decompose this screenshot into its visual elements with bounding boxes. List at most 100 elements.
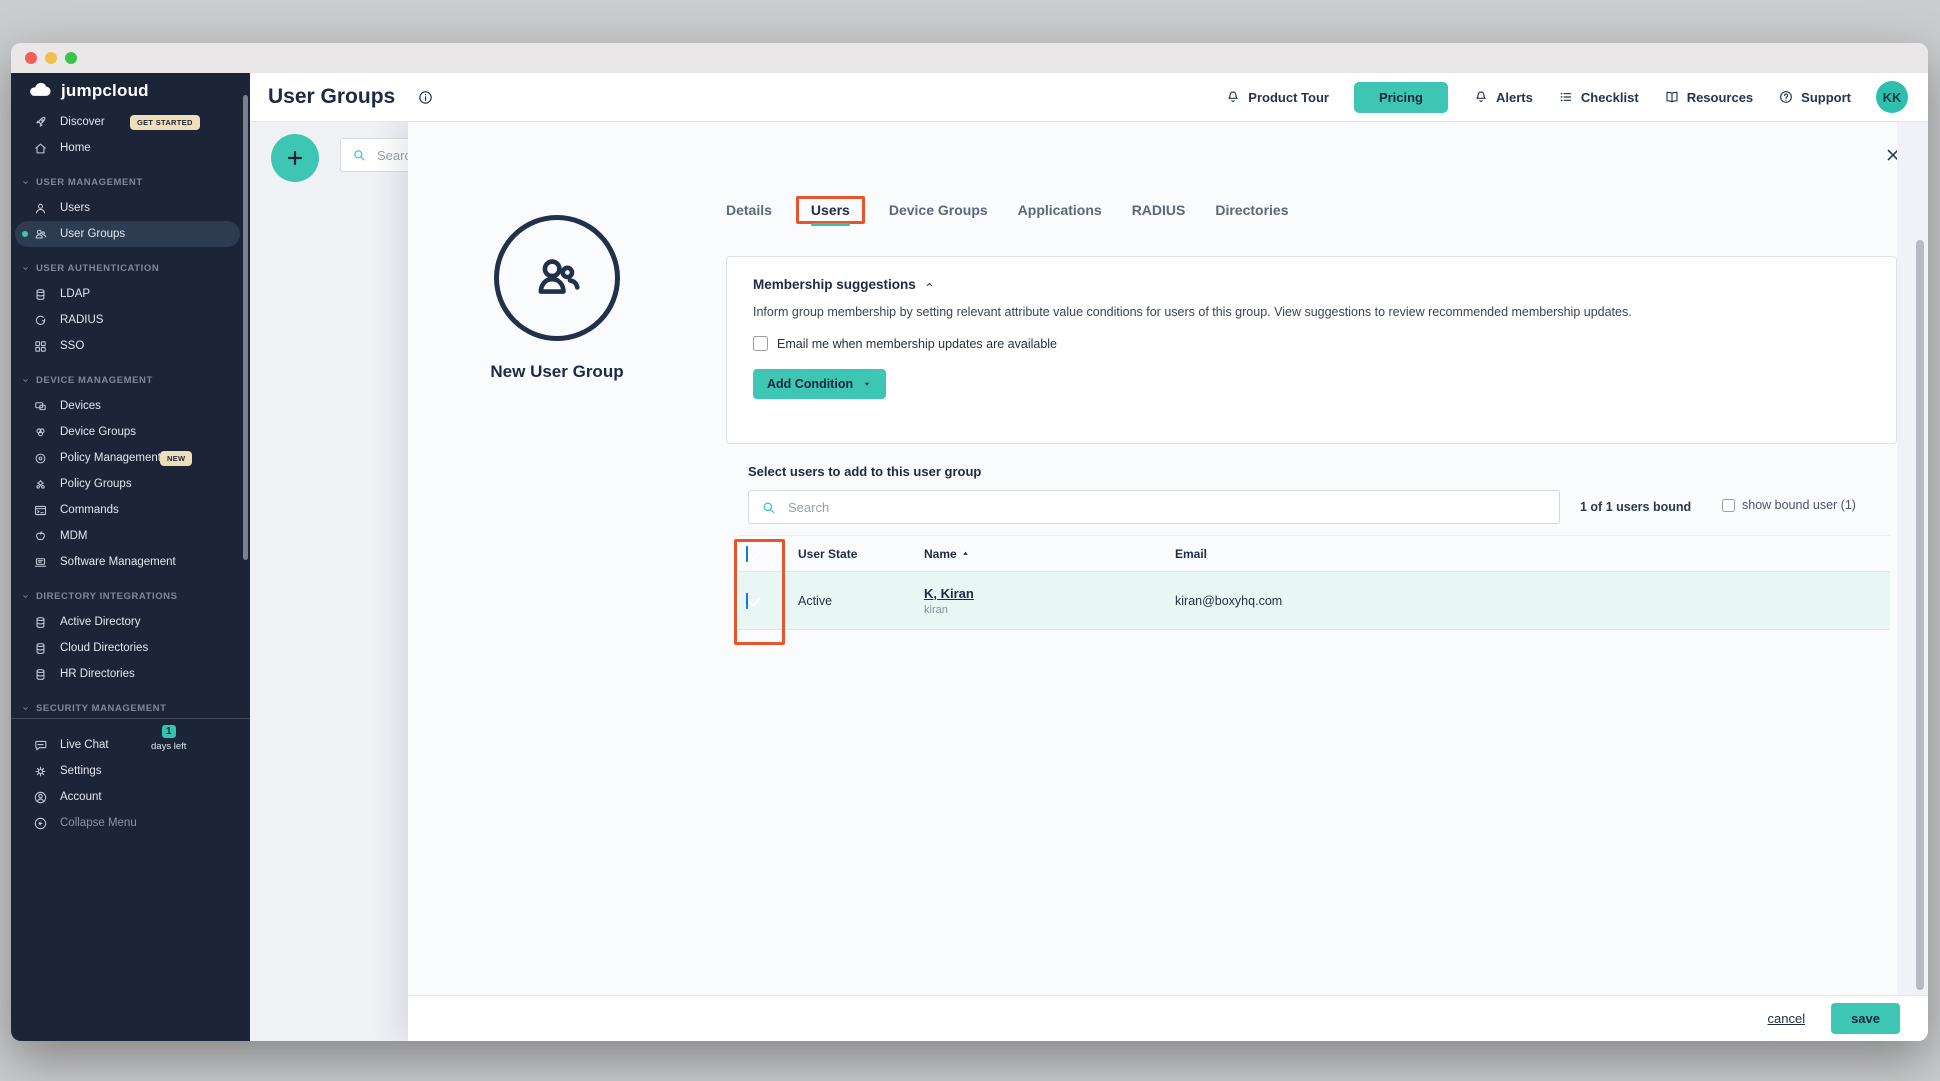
sidebar-item-collapse-menu[interactable]: Collapse Menu <box>11 810 250 836</box>
email-updates-checkbox[interactable] <box>753 336 768 351</box>
sidebar-item-active-directory[interactable]: Active Directory <box>11 609 250 635</box>
book-icon <box>1664 89 1680 105</box>
user-group-icon <box>528 249 586 307</box>
cancel-button[interactable]: cancel <box>1768 1011 1806 1026</box>
sidebar-item-commands[interactable]: Commands <box>11 497 250 523</box>
terminal-icon <box>33 503 48 518</box>
users-search-input[interactable] <box>786 499 1548 516</box>
active-dot <box>22 231 28 237</box>
apple-icon <box>33 529 48 544</box>
window-titlebar <box>11 43 1928 73</box>
sidebar-item-device-groups[interactable]: Device Groups <box>11 419 250 445</box>
user-groups-icon <box>33 227 48 242</box>
page-title: User Groups <box>268 85 395 109</box>
sidebar-item-ldap[interactable]: LDAP <box>11 281 250 307</box>
user-state-value: Active <box>790 594 916 608</box>
policy-groups-icon <box>33 477 48 492</box>
sidebar-item-policy-groups[interactable]: Policy Groups <box>11 471 250 497</box>
tab-device-groups[interactable]: Device Groups <box>889 196 988 224</box>
question-icon <box>1778 89 1794 105</box>
show-bound-user-checkbox[interactable] <box>1722 499 1735 512</box>
sidebar-item-hr-directories[interactable]: HR Directories <box>11 661 250 687</box>
sort-ascending-icon <box>961 549 970 558</box>
chevron-down-icon <box>20 263 31 274</box>
support-button[interactable]: Support <box>1778 89 1851 105</box>
tab-users[interactable]: Users <box>811 196 850 224</box>
sidebar-item-discover[interactable]: Discover GET STARTED <box>11 109 250 135</box>
tab-directories[interactable]: Directories <box>1215 196 1288 224</box>
save-button[interactable]: save <box>1831 1003 1900 1034</box>
sidebar-section-user-authentication[interactable]: USER AUTHENTICATION <box>11 255 250 281</box>
select-all-checkbox[interactable] <box>746 546 748 562</box>
sso-grid-icon <box>33 339 48 354</box>
add-user-group-button[interactable] <box>271 134 319 182</box>
sidebar-item-live-chat[interactable]: Live Chat 1 days left <box>11 732 250 758</box>
pricing-button[interactable]: Pricing <box>1354 82 1448 113</box>
users-search-box[interactable] <box>748 490 1560 524</box>
zoom-window-button[interactable] <box>65 52 77 64</box>
sidebar-section-user-management[interactable]: USER MANAGEMENT <box>11 169 250 195</box>
app-root: jumpcloud Discover GET STARTED Home USER… <box>11 73 1928 1041</box>
column-user-state[interactable]: User State <box>790 547 916 561</box>
sidebar-item-mdm[interactable]: MDM <box>11 523 250 549</box>
device-groups-icon <box>33 425 48 440</box>
info-icon[interactable] <box>417 89 434 106</box>
sidebar-item-account[interactable]: Account <box>11 784 250 810</box>
header-actions: Product Tour Pricing Alerts Checklist Re… <box>1225 81 1908 113</box>
sidebar-item-cloud-directories[interactable]: Cloud Directories <box>11 635 250 661</box>
search-icon <box>351 147 367 163</box>
search-icon <box>760 499 777 516</box>
sidebar-item-sso[interactable]: SSO <box>11 333 250 359</box>
row-checkbox[interactable] <box>746 593 748 609</box>
sidebar-scrollbar[interactable] <box>243 95 248 560</box>
email-updates-label: Email me when membership updates are ava… <box>777 337 1057 351</box>
sidebar-section-directory-integrations[interactable]: DIRECTORY INTEGRATIONS <box>11 583 250 609</box>
bell-icon <box>1225 89 1241 105</box>
home-icon <box>33 141 48 156</box>
tab-details[interactable]: Details <box>726 196 772 224</box>
chat-icon <box>33 738 48 753</box>
sidebar-item-devices[interactable]: Devices <box>11 393 250 419</box>
modal-tabs: Details Users Device Groups Applications… <box>726 196 1289 224</box>
modal-scrollbar-track[interactable] <box>1897 122 1928 995</box>
sidebar-item-policy-management[interactable]: Policy Management NEW <box>11 445 250 471</box>
content-area: New User Group Details Users Device Grou… <box>250 122 1928 1041</box>
sidebar-section-device-management[interactable]: DEVICE MANAGEMENT <box>11 367 250 393</box>
sidebar-item-users[interactable]: Users <box>11 195 250 221</box>
membership-suggestions-card: Membership suggestions Inform group memb… <box>726 256 1897 444</box>
membership-suggestions-toggle[interactable]: Membership suggestions <box>753 277 1870 292</box>
product-tour-button[interactable]: Product Tour <box>1225 89 1329 105</box>
get-started-badge: GET STARTED <box>130 115 200 130</box>
jumpcloud-logo[interactable]: jumpcloud <box>11 73 250 101</box>
sidebar-item-software-management[interactable]: Software Management <box>11 549 250 575</box>
user-avatar[interactable]: KK <box>1876 81 1908 113</box>
sidebar: jumpcloud Discover GET STARTED Home USER… <box>11 73 250 1041</box>
users-bound-summary: 1 of 1 users bound <box>1580 500 1691 514</box>
caret-down-icon <box>862 379 872 389</box>
alerts-button[interactable]: Alerts <box>1473 89 1533 105</box>
plus-icon <box>283 146 307 170</box>
checklist-button[interactable]: Checklist <box>1558 89 1639 105</box>
close-window-button[interactable] <box>25 52 37 64</box>
modal-scrollbar-thumb[interactable] <box>1916 240 1924 990</box>
sidebar-item-user-groups[interactable]: User Groups <box>15 221 240 247</box>
minimize-window-button[interactable] <box>45 52 57 64</box>
cloud-logo-icon <box>27 78 53 104</box>
column-name[interactable]: Name <box>916 547 1167 561</box>
sidebar-item-radius[interactable]: RADIUS <box>11 307 250 333</box>
resources-button[interactable]: Resources <box>1664 89 1753 105</box>
user-email: kiran@boxyhq.com <box>1167 594 1890 608</box>
select-users-heading: Select users to add to this user group <box>748 464 981 479</box>
chevron-up-icon <box>923 278 936 291</box>
table-row[interactable]: Active K, Kiran kiran kiran@boxyhq.com <box>738 572 1890 630</box>
chevron-down-icon <box>20 591 31 602</box>
add-condition-button[interactable]: Add Condition <box>753 369 886 399</box>
user-name-link[interactable]: K, Kiran <box>924 586 1167 601</box>
column-email[interactable]: Email <box>1167 547 1890 561</box>
top-header: User Groups Product Tour Pricing Alerts … <box>250 73 1928 122</box>
tab-applications[interactable]: Applications <box>1018 196 1102 224</box>
sidebar-item-home[interactable]: Home <box>11 135 250 161</box>
tab-radius[interactable]: RADIUS <box>1132 196 1186 224</box>
show-bound-user-control: show bound user (1) <box>1722 498 1856 512</box>
sidebar-item-settings[interactable]: Settings <box>11 758 250 784</box>
